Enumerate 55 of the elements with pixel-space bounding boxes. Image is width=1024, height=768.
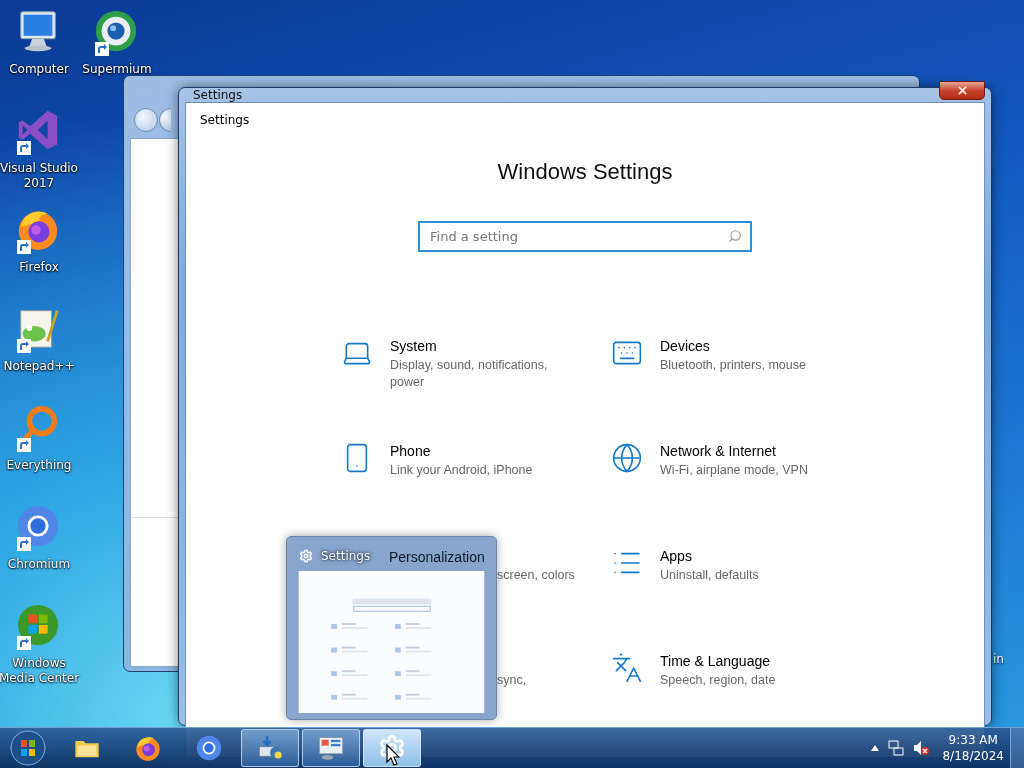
taskbar-button[interactable]: [240, 729, 299, 767]
setting-description: Speech, region, date: [660, 672, 776, 689]
setting-title[interactable]: Apps: [660, 547, 759, 565]
close-button[interactable]: [939, 81, 985, 100]
desktop-icon-label[interactable]: Firefox: [0, 260, 81, 275]
setting-title[interactable]: Network & Internet: [660, 442, 808, 460]
taskbar-button[interactable]: [301, 729, 360, 767]
globe-icon: [611, 442, 643, 474]
back-button[interactable]: [134, 108, 158, 132]
chromium-icon: [15, 503, 61, 549]
setting-title[interactable]: Time & Language: [660, 652, 776, 670]
language-icon: [611, 652, 643, 684]
network-icon[interactable]: [888, 740, 905, 756]
globe-icon: [93, 8, 139, 54]
cursor-icon: [386, 744, 400, 766]
shortcut-arrow-icon: [17, 240, 31, 254]
setting-description: Link your Android, iPhone: [390, 462, 533, 479]
setting-title[interactable]: Devices: [660, 337, 806, 355]
gear-icon: [377, 734, 406, 762]
setting-description: screen, colors: [497, 567, 575, 584]
firefox-icon: [133, 734, 162, 762]
shortcut-arrow-icon: [17, 636, 31, 650]
preview-title: Settings: [321, 548, 371, 563]
taskbar-button[interactable]: [362, 729, 421, 767]
window-title: Settings: [193, 88, 243, 102]
close-icon: [955, 84, 969, 97]
shortcut-arrow-icon: [17, 339, 31, 353]
control-panel-icon: [316, 734, 345, 762]
setting-title[interactable]: Phone: [390, 442, 533, 460]
setting-title[interactable]: System: [390, 337, 560, 355]
muted-speaker-icon[interactable]: [913, 740, 930, 756]
taskbar-preview[interactable]: Settings Personalization: [286, 536, 497, 720]
setting-description: Uninstall, defaults: [660, 567, 759, 584]
forward-button[interactable]: [159, 108, 171, 132]
desktop-icon-label[interactable]: Notepad++: [0, 359, 81, 374]
shortcut-arrow-icon: [17, 141, 31, 155]
show-desktop-button[interactable]: [1010, 728, 1024, 768]
caret-up-icon[interactable]: [871, 745, 880, 751]
gear-icon: [299, 548, 313, 563]
setting-description: sync,: [497, 672, 527, 689]
search-icon: [728, 229, 742, 243]
setting-description: Wi-Fi, airplane mode, VPN: [660, 462, 808, 479]
app-title: Settings: [199, 112, 251, 127]
media-center-icon: [15, 602, 61, 648]
desktop-icon-label[interactable]: Visual Studio 2017: [0, 161, 81, 191]
page-heading: Windows Settings: [497, 158, 673, 186]
chromium-icon: [194, 734, 223, 762]
shortcut-arrow-icon: [95, 42, 109, 56]
setting-title[interactable]: Personalization: [389, 548, 485, 566]
search-field[interactable]: Find a setting: [418, 221, 752, 252]
setting-description: Display, sound, notifications, power: [390, 357, 549, 391]
shortcut-arrow-icon: [17, 537, 31, 551]
clock[interactable]: 9:33 AM 8/18/2024: [942, 732, 1004, 764]
setting-description: Bluetooth, printers, mouse: [660, 357, 806, 374]
shortcut-arrow-icon: [17, 438, 31, 452]
